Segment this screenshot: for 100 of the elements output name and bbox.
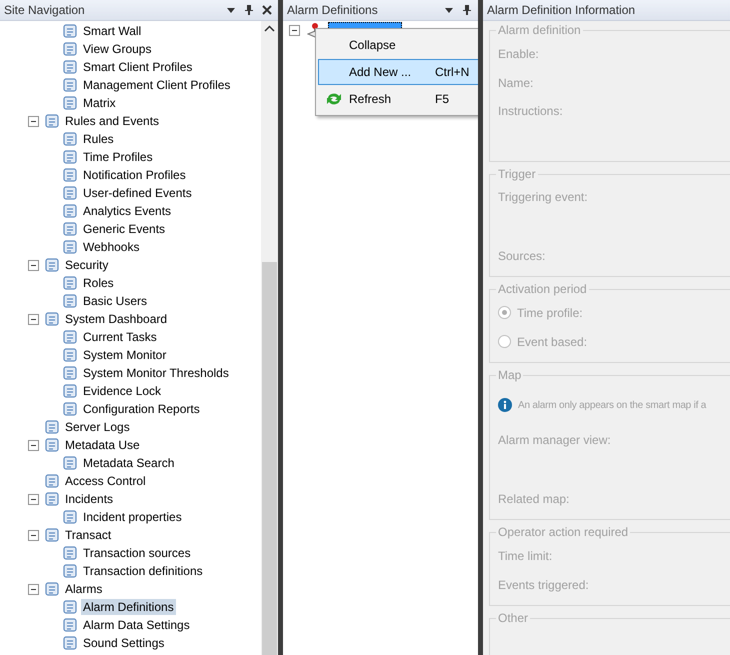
tree-item[interactable]: Transaction sources [81,545,193,561]
tree-item[interactable]: Basic Users [81,293,150,309]
tree-item[interactable]: Access Control [63,473,148,489]
tree-item[interactable]: Smart Wall [81,23,144,39]
tree-item[interactable]: System Dashboard [63,311,170,327]
tree-item-icon [62,149,78,165]
field-label: Time limit: [498,548,552,562]
tree-item[interactable]: Rules and Events [63,113,162,129]
info-icon [498,398,512,412]
menu-item[interactable]: Add New ... Ctrl+N [318,59,478,85]
tree-item-icon [62,167,78,183]
tree-item[interactable]: Transaction definitions [81,563,205,579]
menu-item[interactable]: Refresh F5 [318,86,478,112]
group-title: Activation period [497,282,588,296]
tree-item[interactable]: System Monitor [81,347,168,363]
close-icon[interactable] [262,5,272,15]
tree-item[interactable]: Webhooks [81,239,142,255]
tree-item[interactable]: Configuration Reports [81,401,202,417]
group-title: Other [497,611,530,625]
panel-title: Site Navigation [4,3,85,17]
tree-item-icon [62,131,78,147]
tree-item[interactable]: Generic Events [81,221,168,237]
tree-item-icon [62,365,78,381]
tree-item[interactable]: Metadata Search [81,455,176,471]
panel-title: Alarm Definition Information [487,3,636,17]
tree-item-icon [62,41,78,57]
menu-item[interactable]: Collapse [318,32,478,58]
collapse-box[interactable] [28,494,39,504]
tree-item-icon [62,383,78,399]
info-text: An alarm only appears on the smart map if a [518,400,706,410]
group-title: Trigger [497,167,537,181]
tree-item[interactable]: Notification Profiles [81,167,188,183]
collapse-box[interactable] [28,260,39,270]
tree-item[interactable]: User-defined Events [81,185,194,201]
radio-label: Event based: [517,334,588,348]
tree-item-icon [62,239,78,255]
collapse-box[interactable] [28,584,39,594]
tree-item[interactable]: Alarm Definitions [81,599,176,615]
tree-item-icon [62,293,78,309]
collapse-box[interactable] [28,314,39,324]
tree-item[interactable]: Rules [81,131,116,147]
tree-item[interactable]: System Monitor Thresholds [81,365,231,381]
tree-item-icon [62,617,78,633]
scrollbar-thumb[interactable] [262,262,277,655]
tree-item-icon [62,185,78,201]
tree-item-icon [44,473,60,489]
group-title: Map [497,368,522,382]
tree-item[interactable]: Matrix [81,95,118,111]
dropdown-icon[interactable] [226,5,236,15]
tree-item[interactable]: Sound Settings [81,635,166,651]
tree-item[interactable]: Incident properties [81,509,184,525]
tree-item-icon [62,275,78,291]
collapse-box[interactable] [28,530,39,540]
tree-item-icon [44,257,60,273]
field-label: Events triggered: [498,578,589,592]
tree-item-icon [62,635,78,651]
collapse-box[interactable] [28,116,39,126]
field-label: Instructions: [498,104,563,118]
radio-label: Time profile: [517,306,583,320]
tree-item-icon [44,491,60,507]
tree-item[interactable]: View Groups [81,41,154,57]
tree-item[interactable]: Smart Client Profiles [81,59,194,75]
tree-item[interactable]: Analytics Events [81,203,174,219]
tree-item[interactable]: Incidents [63,491,116,507]
panel-title: Alarm Definitions [287,3,378,17]
pin-icon[interactable] [244,4,254,16]
tree-item[interactable]: Server Logs [63,419,132,435]
tree-item[interactable]: Current Tasks [81,329,159,345]
tree-item[interactable]: Roles [81,275,116,291]
field-label: Name: [498,76,534,90]
scrollbar[interactable] [261,21,278,655]
field-label: Alarm manager view: [498,433,611,447]
tree-item[interactable]: Management Client Profiles [81,77,232,93]
field-label: Enable: [498,46,539,60]
tree-item-icon [62,329,78,345]
field-label: Triggering event: [498,190,588,204]
field-label: Sources: [498,248,546,262]
tree-item[interactable]: Alarms [63,581,104,597]
tree-item[interactable]: Metadata Use [63,437,142,453]
collapse-box[interactable] [28,440,39,450]
tree-item-icon [62,545,78,561]
tree-item-icon [44,527,60,543]
tree-item-icon [62,563,78,579]
tree-item-icon [62,599,78,615]
field-label: Related map: [498,492,570,506]
shortcut-label: Ctrl+N [435,65,470,79]
tree-item[interactable]: Time Profiles [81,149,155,165]
tree-item-icon [62,455,78,471]
tree-item[interactable]: Alarm Data Settings [81,617,192,633]
tree-item-icon [44,311,60,327]
tree-item[interactable]: Transact [63,527,114,543]
pin-icon[interactable] [462,4,472,16]
collapse-box[interactable] [289,24,300,36]
dropdown-icon[interactable] [444,5,454,15]
group-title: Operator action required [497,525,630,539]
tree-item-icon [44,419,60,435]
tree-item[interactable]: Evidence Lock [81,383,164,399]
tree-item[interactable]: Security [63,257,110,273]
tree-item-icon [62,77,78,93]
tree-item-icon [62,95,78,111]
